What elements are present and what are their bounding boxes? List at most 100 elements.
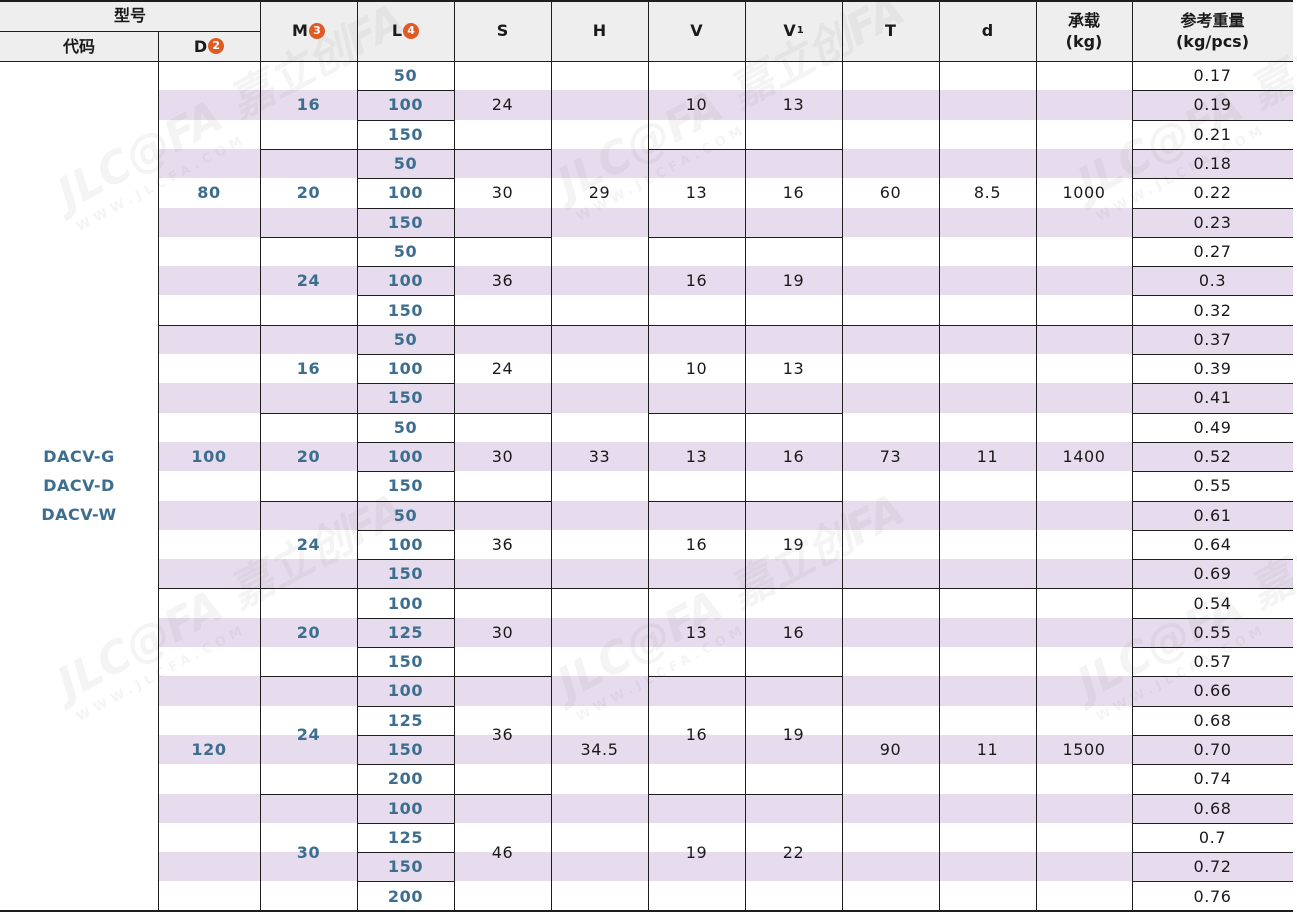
grid-line xyxy=(1132,295,1293,297)
grid-line xyxy=(939,0,940,911)
grid-line xyxy=(1132,881,1293,883)
grid-line xyxy=(357,676,454,678)
s-value-text: 36 xyxy=(491,725,514,745)
m-value-text: 20 xyxy=(296,183,321,203)
t-value-text: 73 xyxy=(879,447,902,467)
weight-value-text: 0.19 xyxy=(1193,95,1232,115)
grid-line xyxy=(357,178,454,180)
l-value-text: 50 xyxy=(393,417,418,437)
header-m-label: M xyxy=(292,21,308,40)
v1-value-text: 19 xyxy=(782,271,805,291)
grid-line xyxy=(260,500,357,502)
header-d: D2 xyxy=(158,31,260,61)
weight-value: 0.55 xyxy=(1132,618,1293,647)
weight-value: 0.41 xyxy=(1132,383,1293,412)
header-m: M3 xyxy=(260,0,357,61)
grid-line xyxy=(454,0,455,911)
grid-line xyxy=(357,324,454,326)
v-value: 16 xyxy=(648,237,745,325)
header-model-group: 型号 xyxy=(0,0,260,31)
grid-line xyxy=(357,705,454,707)
grid-line xyxy=(357,295,454,297)
spec-table: JLC@FA 嘉立创FAWWW.JLCFA.COMJLC@FA 嘉立创FAWWW… xyxy=(0,0,1297,912)
s-value: 30 xyxy=(454,413,551,501)
v1-value-text: 16 xyxy=(782,183,805,203)
weight-value: 0.69 xyxy=(1132,559,1293,588)
header-v1: V1 xyxy=(745,0,842,61)
l-value-text: 150 xyxy=(387,564,424,584)
weight-value-text: 0.55 xyxy=(1193,622,1232,642)
grid-line xyxy=(454,324,551,326)
grid-line xyxy=(260,148,357,150)
grid-line xyxy=(357,90,454,92)
weight-value: 0.18 xyxy=(1132,149,1293,178)
l-value: 50 xyxy=(357,325,454,354)
l-value-text: 150 xyxy=(387,388,424,408)
v1-value: 16 xyxy=(745,413,842,501)
v-value-text: 16 xyxy=(685,534,708,554)
model-code: DACV-G xyxy=(43,447,115,467)
weight-value-text: 0.64 xyxy=(1193,534,1232,554)
grid-line xyxy=(1132,0,1133,911)
grid-line xyxy=(1132,500,1293,502)
grid-line xyxy=(648,148,842,150)
s-value-text: 24 xyxy=(491,95,514,115)
grid-line xyxy=(1132,705,1293,707)
load-value: 1000 xyxy=(1036,61,1132,325)
l-value: 150 xyxy=(357,383,454,412)
weight-value-text: 0.41 xyxy=(1193,388,1232,408)
v1-value-text: 16 xyxy=(782,622,805,642)
header-load-line1: 承载 xyxy=(1067,10,1100,30)
l-value-text: 50 xyxy=(393,66,418,86)
grid-line xyxy=(1132,119,1293,121)
v-value: 10 xyxy=(648,61,745,149)
grid-line xyxy=(551,324,648,326)
s-value: 24 xyxy=(454,325,551,413)
s-value: 36 xyxy=(454,501,551,589)
grid-line xyxy=(648,500,842,502)
header-load-line2: (kg) xyxy=(1065,31,1103,51)
m-value-text: 30 xyxy=(296,842,321,862)
weight-value: 0.23 xyxy=(1132,208,1293,237)
weight-value: 0.27 xyxy=(1132,237,1293,266)
weight-value-text: 0.23 xyxy=(1193,212,1232,232)
grid-line xyxy=(454,793,551,795)
weight-value: 0.19 xyxy=(1132,90,1293,119)
s-value-text: 46 xyxy=(491,842,514,862)
weight-value-text: 0.57 xyxy=(1193,652,1232,672)
grid-line xyxy=(551,0,552,911)
s-value: 30 xyxy=(454,149,551,237)
s-value-text: 30 xyxy=(491,622,514,642)
d-value: 120 xyxy=(158,735,260,764)
l-value-text: 150 xyxy=(387,124,424,144)
l-value: 50 xyxy=(357,149,454,178)
l-value: 150 xyxy=(357,559,454,588)
m-value-text: 20 xyxy=(296,447,321,467)
v-value: 10 xyxy=(648,325,745,413)
grid-line xyxy=(260,0,261,911)
grid-line xyxy=(454,236,551,238)
m-value: 16 xyxy=(260,61,357,149)
weight-value: 0.66 xyxy=(1132,676,1293,705)
l-value-text: 150 xyxy=(387,740,424,760)
d-small-value-text: 11 xyxy=(976,740,999,760)
l-value-text: 125 xyxy=(387,622,424,642)
grid-line xyxy=(1132,324,1293,326)
h-value-text: 33 xyxy=(588,447,611,467)
s-value: 36 xyxy=(454,237,551,325)
grid-line xyxy=(357,471,454,473)
header-v1-label: V xyxy=(783,21,796,40)
weight-value: 0.74 xyxy=(1132,764,1293,793)
h-value: 29 xyxy=(551,61,648,325)
weight-value-text: 0.70 xyxy=(1193,740,1232,760)
weight-value-text: 0.3 xyxy=(1198,271,1227,291)
s-value-text: 30 xyxy=(491,183,514,203)
grid-line xyxy=(357,617,454,619)
weight-value: 0.32 xyxy=(1132,295,1293,324)
d-small-value: 11 xyxy=(939,735,1036,764)
l-value: 100 xyxy=(357,588,454,617)
weight-value-text: 0.68 xyxy=(1193,710,1232,730)
weight-value-text: 0.61 xyxy=(1193,505,1232,525)
grid-line xyxy=(1132,822,1293,824)
grid-line xyxy=(648,0,649,911)
